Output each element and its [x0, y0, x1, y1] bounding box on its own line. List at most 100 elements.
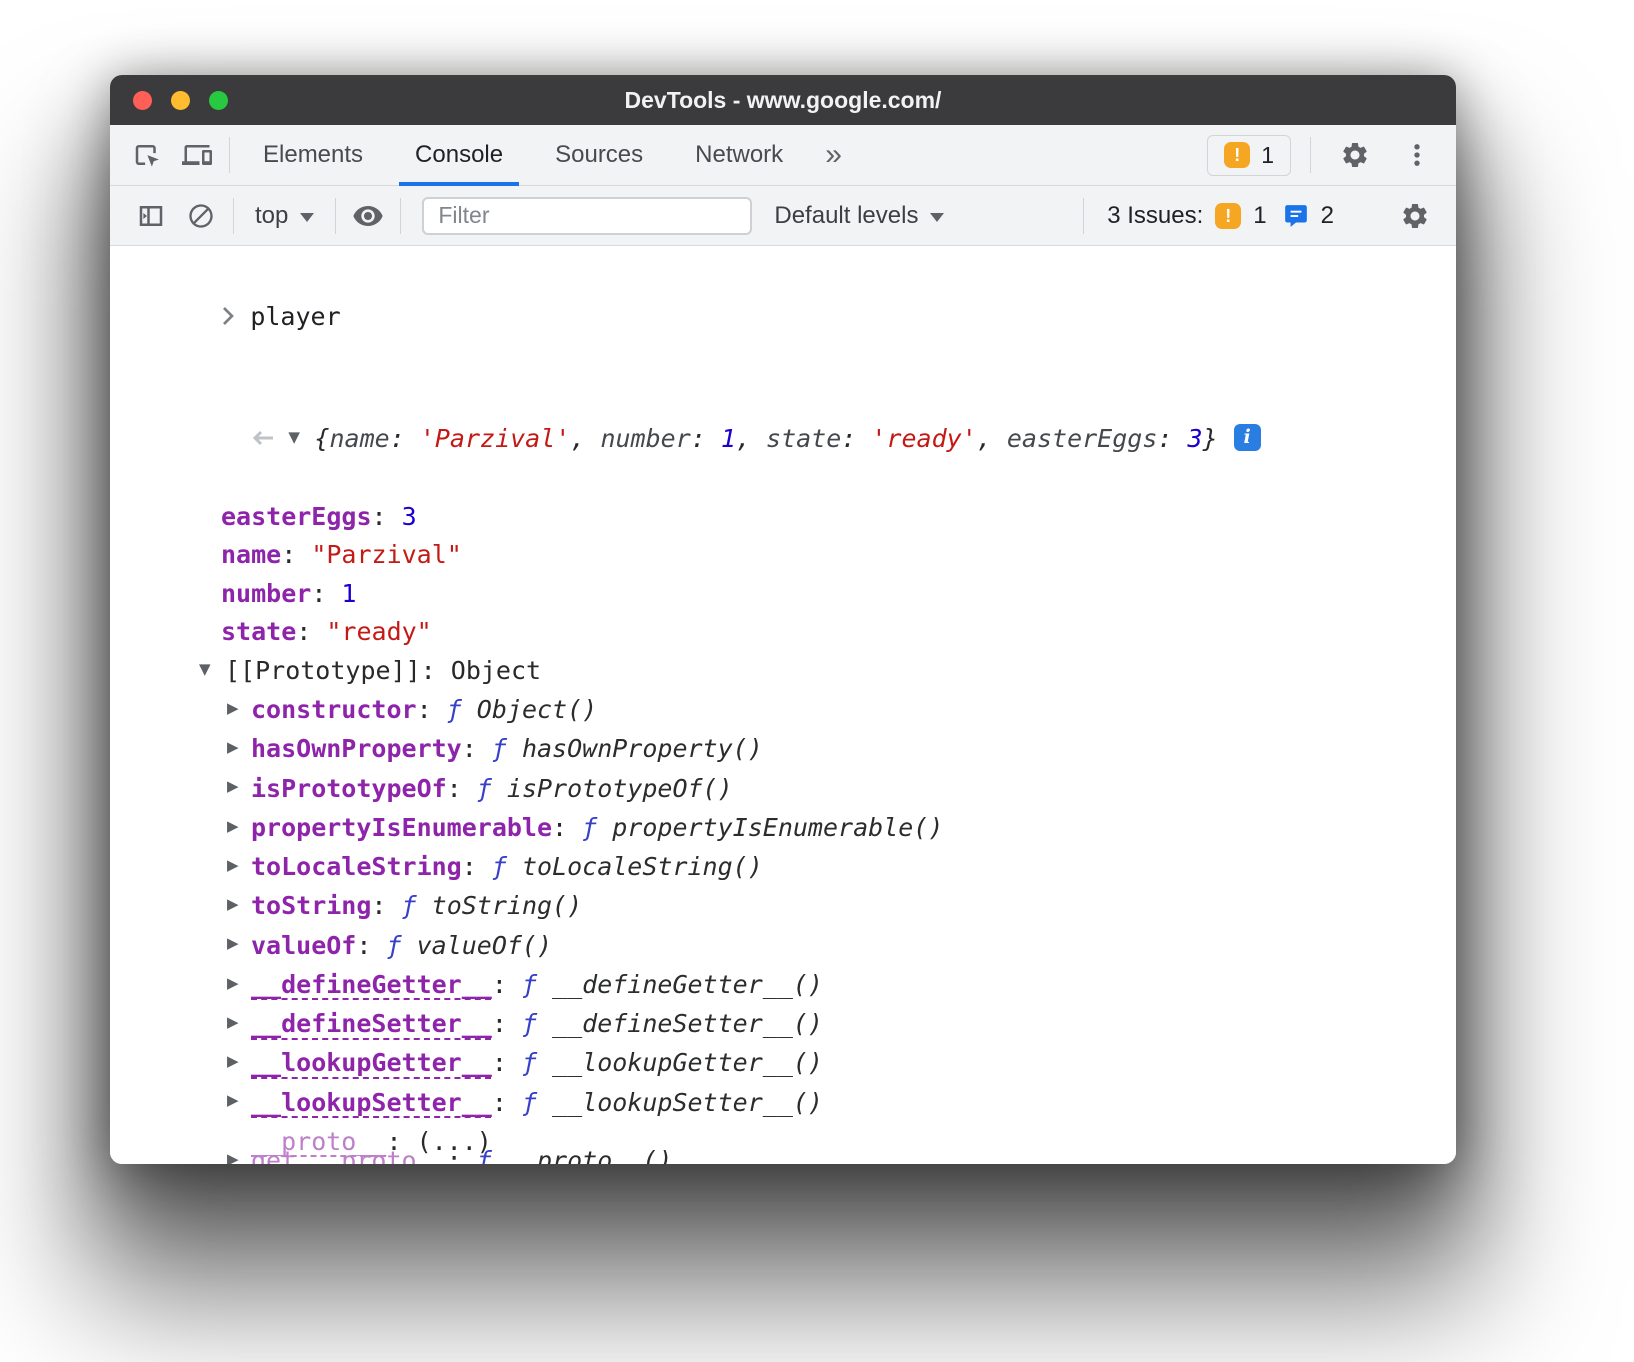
log-levels-selector[interactable]: Default levels — [760, 202, 958, 230]
prototype-children: constructor: ƒ Object()hasOwnProperty: ƒ… — [110, 691, 1456, 1164]
tab-network[interactable]: Network — [669, 125, 809, 186]
console-toolbar: top Default levels 3 Issues: ! 1 2 — [110, 186, 1456, 246]
prototype-member-row[interactable]: isPrototypeOf: ƒ isPrototypeOf() — [110, 770, 1456, 809]
property-row[interactable]: state: "ready" — [110, 613, 1456, 652]
execution-context-selector[interactable]: top — [241, 202, 328, 230]
function-signature: toString() — [432, 891, 583, 920]
expand-caret-icon[interactable] — [227, 767, 251, 806]
function-signature: hasOwnProperty() — [522, 734, 763, 763]
clear-console-button[interactable] — [176, 192, 226, 240]
property-name: valueOf — [251, 931, 356, 960]
prototype-member-row[interactable]: __defineSetter__: ƒ __defineSetter__() — [110, 1005, 1456, 1044]
property-row[interactable]: easterEggs: 3 — [110, 498, 1456, 537]
panel-tabs: Elements Console Sources Network — [237, 125, 809, 186]
property-row[interactable]: number: 1 — [110, 575, 1456, 614]
property-name: number — [221, 579, 311, 608]
function-signature: __lookupGetter__() — [552, 1048, 823, 1077]
tab-console[interactable]: Console — [389, 125, 529, 186]
function-signature: __lookupSetter__() — [552, 1088, 823, 1117]
titlebar[interactable]: DevTools - www.google.com/ — [110, 75, 1456, 125]
tab-sources[interactable]: Sources — [529, 125, 669, 186]
issues-message-count: 2 — [1321, 202, 1334, 230]
error-badge-count: 1 — [1261, 142, 1274, 169]
expand-caret-icon[interactable] — [227, 1159, 251, 1165]
expand-caret-icon[interactable] — [227, 846, 251, 885]
console-input-text: player — [250, 302, 340, 331]
device-toolbar-icon — [182, 140, 212, 170]
issues-label: 3 Issues: — [1107, 202, 1203, 230]
console-sidebar-toggle-button[interactable] — [126, 192, 176, 240]
toolbar-separator — [233, 198, 234, 234]
tab-elements[interactable]: Elements — [237, 125, 389, 186]
kebab-menu-icon — [1403, 141, 1431, 169]
prototype-label: [[Prototype]] — [225, 656, 421, 685]
property-name: constructor — [251, 695, 417, 724]
property-name: state — [221, 617, 296, 646]
property-value: 3 — [402, 502, 417, 531]
property-name: __lookupGetter__ — [251, 1048, 492, 1077]
collapse-caret-icon[interactable] — [288, 418, 314, 457]
more-tabs-button[interactable]: » — [809, 138, 858, 172]
prototype-member-row[interactable]: constructor: ƒ Object() — [110, 691, 1456, 730]
function-prefix: ƒ — [522, 970, 552, 999]
inspect-element-button[interactable] — [122, 131, 172, 179]
property-name: __defineSetter__ — [251, 1009, 492, 1038]
object-preview-row[interactable]: {name: 'Parzival', number: 1, state: 're… — [110, 382, 1456, 498]
expand-caret-icon[interactable] — [227, 1042, 251, 1081]
function-prefix: ƒ — [402, 891, 432, 920]
expand-caret-icon[interactable] — [227, 964, 251, 1003]
prototype-member-row[interactable]: toString: ƒ toString() — [110, 887, 1456, 926]
console-eval-result: {name: 'Parzival', number: 1, state: 're… — [110, 382, 1456, 1165]
prototype-member-row[interactable]: __defineGetter__: ƒ __defineGetter__() — [110, 966, 1456, 1005]
devtools-window: DevTools - www.google.com/ Elements Cons… — [110, 75, 1456, 1164]
prototype-member-row[interactable]: __lookupSetter__: ƒ __lookupSetter__() — [110, 1084, 1456, 1123]
warning-icon: ! — [1224, 142, 1250, 168]
property-value: "Parzival" — [311, 540, 462, 569]
prototype-member-row[interactable]: toLocaleString: ƒ toLocaleString() — [110, 848, 1456, 887]
expand-caret-icon[interactable] — [227, 689, 251, 728]
expand-caret-icon[interactable] — [227, 1081, 251, 1120]
issues-summary[interactable]: 3 Issues: ! 1 2 — [1091, 202, 1350, 230]
function-prefix: ƒ — [386, 931, 416, 960]
gear-icon — [1340, 140, 1370, 170]
console-settings-button[interactable] — [1390, 192, 1440, 240]
prototype-member-row[interactable]: __lookupGetter__: ƒ __lookupGetter__() — [110, 1044, 1456, 1083]
minimize-window-button[interactable] — [171, 91, 190, 110]
zoom-window-button[interactable] — [209, 91, 228, 110]
function-prefix: ƒ — [492, 734, 522, 763]
prototype-member-row[interactable]: hasOwnProperty: ƒ hasOwnProperty() — [110, 730, 1456, 769]
collapse-caret-icon[interactable] — [199, 650, 225, 689]
object-preview[interactable]: {name: 'Parzival', number: 1, state: 're… — [314, 424, 1217, 453]
gear-icon — [1400, 201, 1430, 231]
prototype-member-row[interactable]: valueOf: ƒ valueOf() — [110, 927, 1456, 966]
prototype-row[interactable]: [[Prototype]]: Object — [110, 652, 1456, 691]
device-toolbar-button[interactable] — [172, 131, 222, 179]
expand-caret-icon[interactable] — [227, 924, 251, 963]
prototype-value: Object — [451, 656, 541, 685]
property-name: toString — [251, 891, 371, 920]
live-expression-button[interactable] — [343, 192, 393, 240]
expand-caret-icon[interactable] — [227, 885, 251, 924]
prototype-member-row[interactable]: get __proto__: ƒ __proto__() — [110, 1142, 227, 1161]
filter-input[interactable] — [422, 197, 752, 235]
expand-caret-icon[interactable] — [227, 1003, 251, 1042]
prototype-member-row[interactable]: propertyIsEnumerable: ƒ propertyIsEnumer… — [110, 809, 1456, 848]
issues-counter-button[interactable]: ! 1 — [1207, 135, 1291, 176]
settings-button[interactable] — [1330, 131, 1380, 179]
console-input-echo[interactable]: player — [110, 259, 1456, 375]
property-name: easterEggs — [221, 502, 372, 531]
expand-caret-icon[interactable] — [227, 728, 251, 767]
expand-caret-icon[interactable] — [227, 807, 251, 846]
close-window-button[interactable] — [133, 91, 152, 110]
function-signature: isPrototypeOf() — [507, 774, 733, 803]
info-icon[interactable]: i — [1234, 424, 1261, 451]
toolbar-separator — [335, 198, 336, 234]
input-chevron-icon — [220, 305, 236, 327]
prototype-member-row[interactable]: set __proto__: ƒ __proto__() — [110, 1161, 227, 1164]
toolbar-separator — [229, 137, 230, 173]
property-value: "ready" — [326, 617, 431, 646]
console-panel[interactable]: player {name: 'Parzival', number: 1, sta… — [110, 246, 1456, 1164]
property-row[interactable]: name: "Parzival" — [110, 536, 1456, 575]
function-signature: propertyIsEnumerable() — [612, 813, 943, 842]
devtools-menu-button[interactable] — [1392, 131, 1442, 179]
